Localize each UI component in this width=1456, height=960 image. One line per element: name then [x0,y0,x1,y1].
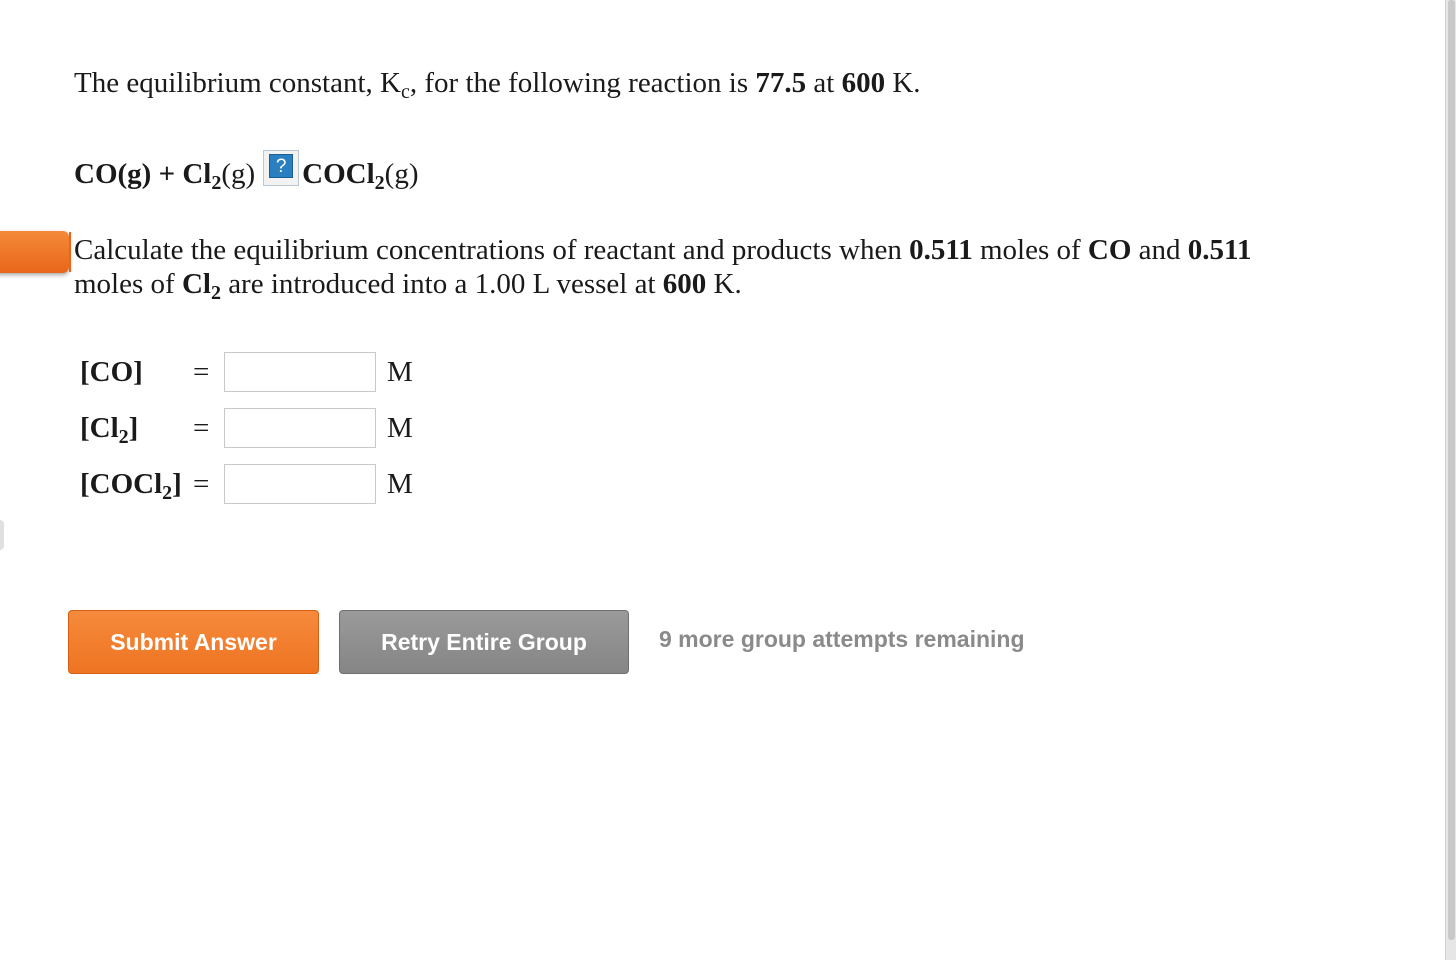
equals-sign: = [193,356,210,388]
state-text: (g) [384,158,419,190]
moles-cl2: 0.511 [1187,234,1252,266]
retry-entire-group-button[interactable]: Retry Entire Group [339,610,629,674]
answer-label: [CO] [80,356,143,388]
reaction-equation: CO(g) + Cl2 (g)? COCl2 (g) [74,150,419,194]
question-line: K. [706,268,742,300]
co-concentration-input[interactable] [224,352,376,392]
subscript: 2 [374,172,385,194]
question-marker [69,232,71,272]
question-line: moles of [74,268,182,300]
temperature-value: 600 [841,67,886,99]
equals-sign: = [193,468,210,500]
attempts-remaining-text: 9 more group attempts remaining [659,626,1025,652]
question-line: Calculate the equilibrium concentrations… [74,234,910,266]
intro-text: at [806,67,842,99]
k-value: 77.5 [755,67,807,99]
submit-answer-button[interactable]: Submit Answer [68,610,319,674]
scrollbar-track[interactable] [1445,0,1456,960]
temperature-value: 600 [662,268,707,300]
subscript: 2 [211,172,222,194]
reactants-text: CO(g) + Cl [74,158,212,190]
cl2-concentration-input[interactable] [224,408,376,448]
product-text: COCl [302,158,375,190]
scrollbar-thumb[interactable] [1448,0,1455,940]
question-line: are introduced into a 1.00 L vessel at [220,268,663,300]
question-text: Calculate the equilibrium concentrations… [74,233,1252,304]
intro-text: The equilibrium constant, K [74,67,401,99]
question-line: and [1131,234,1188,266]
kc-subscript: c [401,81,410,103]
cl2-formula: Cl [181,268,211,300]
cocl2-concentration-input[interactable] [224,464,376,504]
subscript: 2 [210,282,221,304]
intro-text: , for the following reaction is [409,67,756,99]
equals-sign: = [193,412,210,444]
equilibrium-help-icon[interactable]: ? [263,150,300,186]
problem-intro: The equilibrium constant, Kc, for the fo… [74,66,921,103]
answer-label: [COCl2] [80,468,182,504]
answer-label: [Cl2] [80,412,139,448]
co-formula: CO [1087,234,1132,266]
moles-co: 0.511 [909,234,973,266]
state-text: (g) [221,158,256,190]
unit-label: M [387,356,413,388]
unit-label: M [387,412,413,444]
question-tab[interactable] [0,231,69,273]
intro-text: K. [885,67,921,99]
question-line: moles of [972,234,1088,266]
edge-handle [0,520,4,550]
unit-label: M [387,468,413,500]
question-mark-icon: ? [269,154,294,178]
